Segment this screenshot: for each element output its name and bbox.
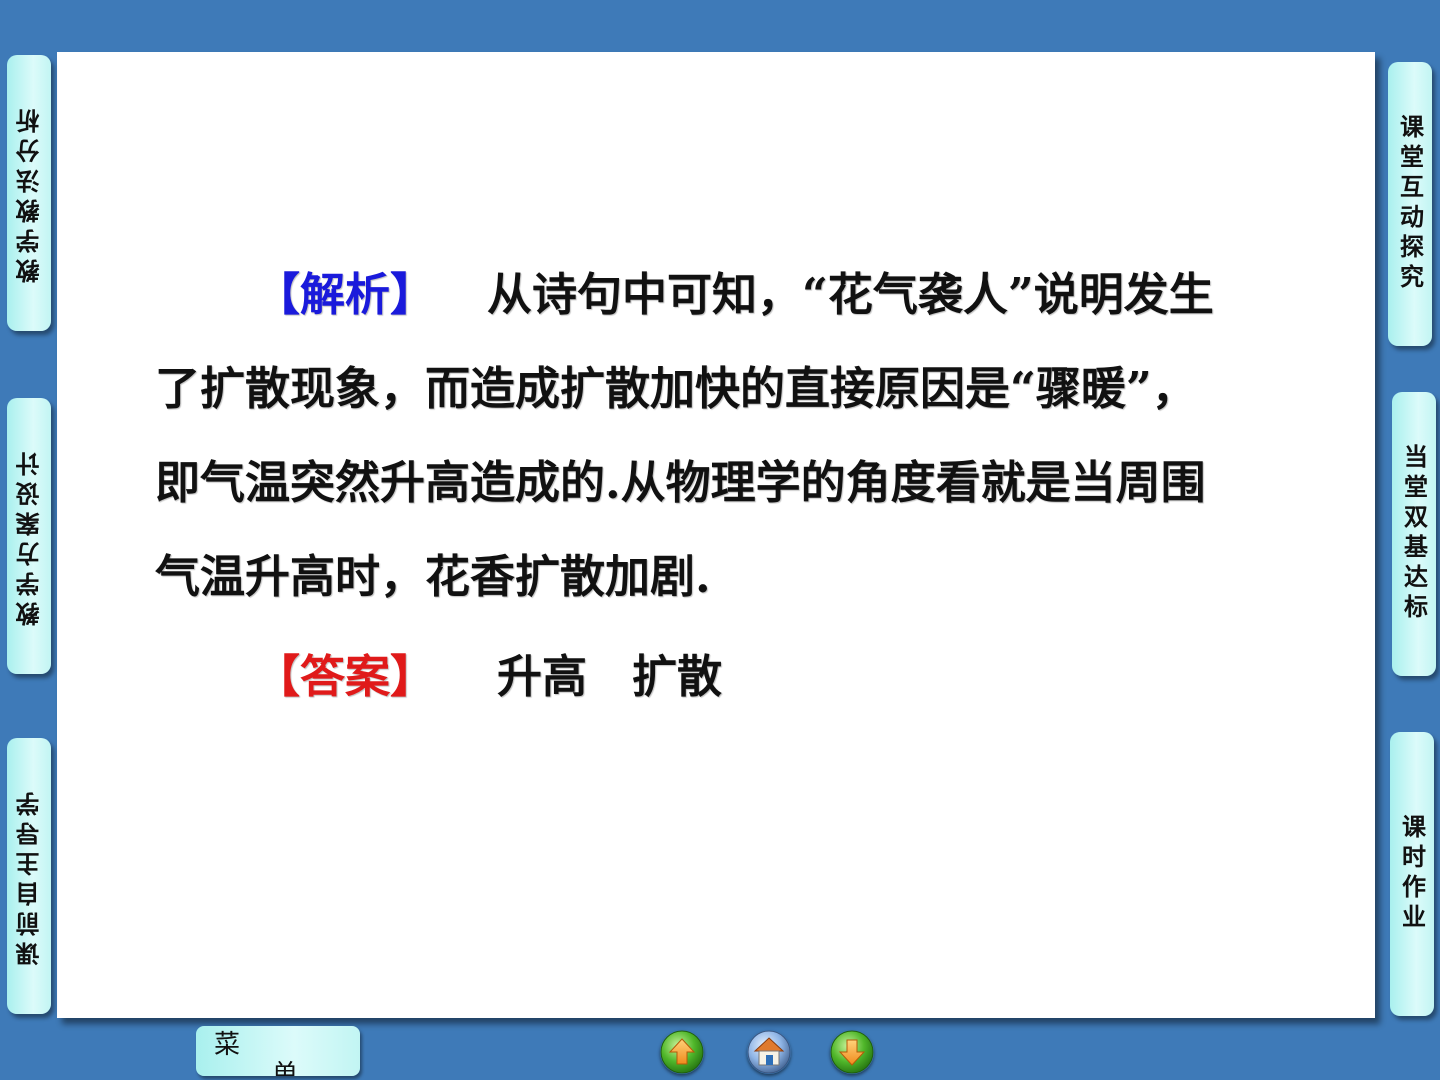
tab-label: 教学方案设计	[14, 446, 44, 626]
menu-button[interactable]: 菜 单	[196, 1026, 360, 1076]
tab-label: 教学教法分析	[14, 103, 44, 283]
answer-line: 【答案】 升高 扩散	[255, 640, 722, 705]
tab-classroom-interaction[interactable]: 课堂互动探究	[1388, 62, 1432, 346]
content-panel	[57, 52, 1375, 1018]
tab-label: 课堂互动探究	[1395, 114, 1425, 294]
analysis-tag: 【解析】	[255, 268, 436, 321]
tab-label: 当堂双基达标	[1399, 444, 1429, 624]
tab-teaching-plan-design[interactable]: 教学方案设计	[7, 398, 51, 674]
analysis-line-4: 气温升高时，花香扩散加剧.	[155, 550, 711, 603]
menu-char-1: 菜	[214, 1030, 241, 1060]
tab-homework[interactable]: 课时作业	[1390, 732, 1434, 1016]
analysis-line-2: 了扩散现象，而造成扩散加快的直接原因是“骤暖”，	[155, 362, 1197, 415]
tab-label: 课前自主导学	[14, 786, 44, 966]
next-page-button[interactable]	[830, 1030, 874, 1074]
down-arrow-icon	[830, 1030, 874, 1074]
tab-teaching-method-analysis[interactable]: 教学教法分析	[7, 55, 51, 331]
tab-basics-check[interactable]: 当堂双基达标	[1392, 392, 1436, 676]
home-icon	[747, 1030, 791, 1074]
tab-pre-class-self-study[interactable]: 课前自主导学	[7, 738, 51, 1014]
previous-page-button[interactable]	[660, 1030, 704, 1074]
home-button[interactable]	[747, 1030, 791, 1074]
answer-text: 升高 扩散	[497, 650, 723, 703]
answer-tag: 【答案】	[255, 650, 436, 703]
menu-char-2: 单	[272, 1060, 299, 1076]
up-arrow-icon	[660, 1030, 704, 1074]
tab-label: 课时作业	[1397, 814, 1427, 934]
analysis-line-3: 即气温突然升高造成的.从物理学的角度看就是当周围	[155, 456, 1206, 509]
analysis-line-1: 【解析】 从诗句中可知，“花气袭人”说明发生	[255, 258, 1214, 323]
analysis-text-1: 从诗句中可知，“花气袭人”说明发生	[487, 268, 1214, 321]
